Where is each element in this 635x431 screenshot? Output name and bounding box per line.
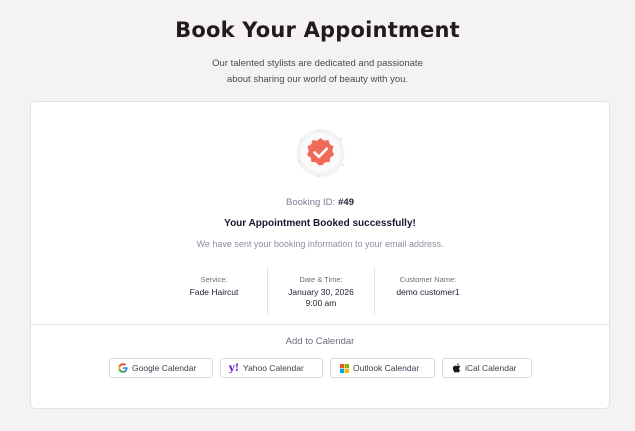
- subtitle-line-2: about sharing our world of beauty with y…: [226, 74, 409, 85]
- datetime-detail: Date & Time: January 30, 2026 9:00 am: [267, 267, 374, 315]
- yahoo-icon: y!: [228, 362, 240, 374]
- calendar-buttons: Google Calendar y! Yahoo Calendar Outloo…: [109, 358, 532, 378]
- divider: [31, 324, 609, 325]
- page-subtitle: Our talented stylists are dedicated and …: [0, 56, 635, 88]
- google-icon: [118, 363, 128, 373]
- subtitle-line-1: Our talented stylists are dedicated and …: [212, 58, 423, 69]
- service-detail: Service: Fade Haircut: [161, 267, 267, 315]
- customer-label: Customer Name:: [399, 275, 457, 284]
- apple-icon: [451, 363, 461, 373]
- service-label: Service:: [200, 275, 228, 284]
- outlook-calendar-label: Outlook Calendar: [353, 363, 420, 373]
- check-badge-icon: [293, 127, 348, 179]
- booking-id: Booking ID: #49: [31, 197, 609, 208]
- customer-detail: Customer Name: demo customer1: [374, 267, 481, 315]
- customer-value: demo customer1: [396, 287, 460, 297]
- page-title: Book Your Appointment: [175, 18, 460, 42]
- booking-id-label: Booking ID:: [286, 197, 336, 208]
- outlook-calendar-button[interactable]: Outlook Calendar: [330, 358, 435, 378]
- add-to-calendar-heading: Add to Calendar: [285, 336, 355, 347]
- google-calendar-label: Google Calendar: [132, 363, 197, 373]
- yahoo-calendar-label: Yahoo Calendar: [243, 363, 304, 373]
- time-value: 9:00 am: [305, 298, 337, 308]
- booking-id-value: #49: [338, 197, 354, 208]
- datetime-value: January 30, 2026 9:00 am: [268, 287, 374, 309]
- confirmation-card: Booking ID: #49 Your Appointment Booked s…: [30, 101, 610, 409]
- service-value: Fade Haircut: [189, 287, 239, 297]
- yahoo-calendar-button[interactable]: y! Yahoo Calendar: [220, 358, 323, 378]
- datetime-label: Date & Time:: [299, 275, 343, 284]
- ical-calendar-button[interactable]: iCal Calendar: [442, 358, 532, 378]
- ical-calendar-label: iCal Calendar: [465, 363, 517, 373]
- booking-details: Service: Fade Haircut Date & Time: Janua…: [161, 267, 481, 315]
- date-value: January 30, 2026: [288, 287, 354, 297]
- microsoft-icon: [339, 363, 349, 373]
- success-message: Your Appointment Booked successfully!: [224, 218, 416, 229]
- info-message: We have sent your booking information to…: [196, 239, 444, 249]
- google-calendar-button[interactable]: Google Calendar: [109, 358, 213, 378]
